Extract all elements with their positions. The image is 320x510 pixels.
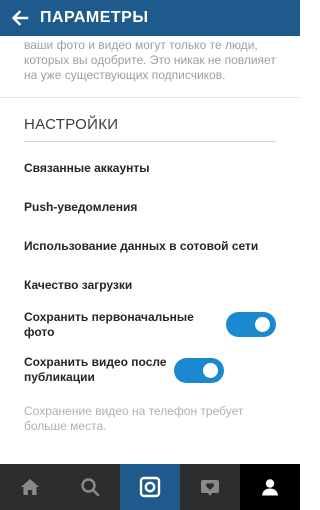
tab-home[interactable] (0, 464, 60, 510)
settings-item-label: Связанные аккаунты (24, 161, 150, 175)
settings-row-save-video: Сохранить видео после публикации (0, 344, 300, 396)
activity-heart-icon (201, 480, 219, 496)
arrow-left-icon (11, 10, 29, 26)
settings-item-label: Push-уведомления (24, 200, 138, 214)
save-original-photos-toggle[interactable] (226, 312, 276, 337)
storage-note: Сохранение видео на телефон требует боль… (24, 404, 244, 433)
settings-row-save-original-photos: Сохранить первоначальные фото (0, 305, 300, 344)
toggle-knob (203, 362, 218, 378)
back-button[interactable] (0, 0, 40, 36)
search-icon (81, 478, 100, 497)
section-header-settings: НАСТРОЙКИ (24, 116, 119, 133)
settings-item-linked-accounts[interactable]: Связанные аккаунты (0, 149, 300, 188)
tab-profile[interactable] (240, 464, 300, 510)
bottom-tab-bar (0, 464, 300, 510)
app-bar: ПАРАМЕТРЫ (0, 0, 300, 36)
settings-item-label: Использование данных в сотовой сети (24, 239, 259, 253)
settings-scroll-area[interactable]: ваши фото и видео могут только те люди, … (0, 36, 300, 464)
settings-item-cellular-data[interactable]: Использование данных в сотовой сети (0, 227, 300, 266)
toggle-label: Сохранить первоначальные фото (24, 309, 194, 339)
tab-activity[interactable] (180, 464, 240, 510)
settings-item-push-notifications[interactable]: Push-уведомления (0, 188, 300, 227)
camera-icon (139, 476, 161, 498)
settings-item-label: Качество загрузки (24, 278, 133, 292)
toggle-knob (255, 317, 270, 332)
privacy-description-text: ваши фото и видео могут только те люди, … (24, 38, 276, 82)
toggle-label: Сохранить видео после публикации (24, 355, 167, 384)
profile-icon (262, 479, 278, 496)
page-title: ПАРАМЕТРЫ (40, 9, 149, 26)
settings-item-upload-quality[interactable]: Качество загрузки (0, 266, 300, 305)
save-video-toggle[interactable] (174, 357, 224, 383)
home-icon (21, 479, 39, 495)
tab-camera[interactable] (120, 464, 180, 510)
tab-search[interactable] (60, 464, 120, 510)
